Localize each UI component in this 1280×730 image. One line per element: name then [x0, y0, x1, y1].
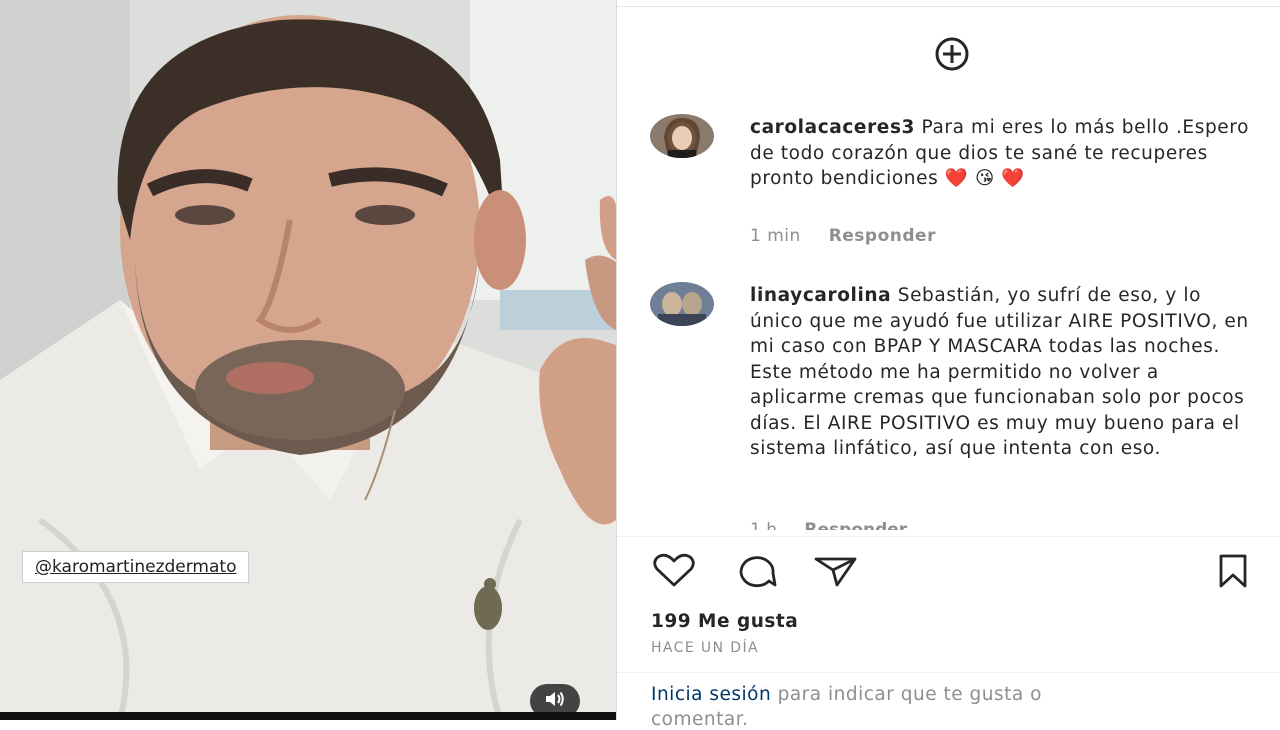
comment-meta: 1 min Responder: [750, 226, 936, 246]
bookmark-icon[interactable]: [1210, 552, 1256, 590]
comment-text: carolacaceres3 Para mi eres lo más bello…: [750, 115, 1255, 192]
comment-username[interactable]: carolacaceres3: [750, 117, 915, 138]
post-time: HACE UN DÍA: [651, 640, 759, 656]
avatar[interactable]: [650, 282, 714, 326]
send-icon[interactable]: [810, 552, 860, 590]
likes-count[interactable]: 199 Me gusta: [651, 611, 798, 632]
comment-text: linaycarolina Sebastián, yo sufrí de eso…: [750, 283, 1255, 462]
comments-list[interactable]: carolacaceres3 Para mi eres lo más bello…: [617, 100, 1280, 530]
avatar[interactable]: [650, 114, 714, 158]
login-prompt-text: para indicar que te gusta o: [777, 684, 1042, 705]
mention-tag[interactable]: @karomartinezdermato: [22, 551, 250, 583]
video-frame: [0, 0, 616, 720]
comment-emoji: ❤️ 😘 ❤️: [944, 168, 1025, 189]
login-prompt: Inicia sesión para indicar que te gusta …: [651, 684, 1042, 705]
login-link[interactable]: Inicia sesión: [651, 684, 771, 705]
comment-meta: 1 h Responder: [750, 520, 907, 530]
comment-username[interactable]: linaycarolina: [750, 285, 891, 306]
login-divider: [617, 672, 1280, 673]
reply-button[interactable]: Responder: [829, 226, 936, 246]
comment-time: 1 h: [750, 520, 777, 530]
comment-time: 1 min: [750, 226, 801, 246]
comment-content: Sebastián, yo sufrí de eso, y lo único q…: [750, 285, 1249, 459]
speaker-icon: [544, 690, 566, 712]
video-bottom-bar: [0, 712, 616, 720]
video-player[interactable]: @karomartinezdermato: [0, 0, 616, 720]
comment-icon[interactable]: [730, 552, 780, 590]
actions-divider: [617, 536, 1280, 537]
heart-icon[interactable]: [649, 552, 699, 590]
reply-button[interactable]: Responder: [804, 520, 907, 530]
plus-circle-icon[interactable]: [928, 36, 976, 72]
top-border: [617, 6, 1280, 7]
